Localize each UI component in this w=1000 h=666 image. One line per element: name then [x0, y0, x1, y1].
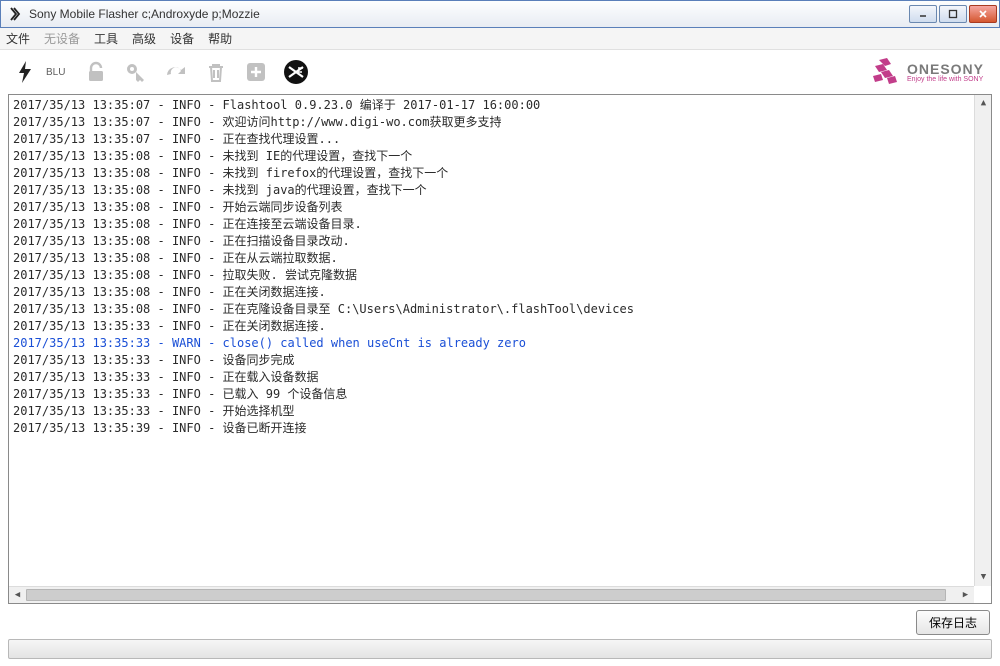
menu-item-1: 无设备: [44, 30, 80, 47]
log-line: 2017/35/13 13:35:33 - INFO - 设备同步完成: [13, 352, 987, 369]
app-icon: [7, 6, 23, 22]
unlock-button: [79, 55, 113, 89]
menu-item-3[interactable]: 高级: [132, 30, 156, 47]
log-line: 2017/35/13 13:35:08 - INFO - 正在扫描设备目录改动.: [13, 233, 987, 250]
key-button: [119, 55, 153, 89]
scroll-down-button[interactable]: ▼: [975, 569, 992, 586]
save-log-button[interactable]: 保存日志: [916, 610, 990, 635]
scroll-up-button[interactable]: ▲: [975, 95, 992, 112]
maximize-button[interactable]: [939, 5, 967, 23]
log-line: 2017/35/13 13:35:08 - INFO - 正在从云端拉取数据.: [13, 250, 987, 267]
close-button[interactable]: [969, 5, 997, 23]
menu-item-0[interactable]: 文件: [6, 30, 30, 47]
window-controls: [909, 5, 997, 23]
trash-button: [199, 55, 233, 89]
log-line: 2017/35/13 13:35:33 - INFO - 已载入 99 个设备信…: [13, 386, 987, 403]
horizontal-scrollbar[interactable]: ◀ ▶: [9, 586, 974, 603]
log-line: 2017/35/13 13:35:07 - INFO - 欢迎访问http://…: [13, 114, 987, 131]
log-line: 2017/35/13 13:35:08 - INFO - 正在关闭数据连接.: [13, 284, 987, 301]
log-line: 2017/35/13 13:35:08 - INFO - 未找到 IE的代理设置…: [13, 148, 987, 165]
scroll-right-button[interactable]: ▶: [957, 587, 974, 604]
brand-logo: ONESONY Enjoy the life with SONY: [867, 56, 984, 88]
brand-tagline: Enjoy the life with SONY: [907, 76, 984, 83]
menu-bar: 文件无设备工具高级设备帮助: [0, 28, 1000, 50]
menu-item-4[interactable]: 设备: [170, 30, 194, 47]
log-line: 2017/35/13 13:35:39 - INFO - 设备已断开连接: [13, 420, 987, 437]
log-line: 2017/35/13 13:35:08 - INFO - 正在克隆设备目录至 C…: [13, 301, 987, 318]
log-line: 2017/35/13 13:35:33 - INFO - 正在载入设备数据: [13, 369, 987, 386]
toolbar: BLU ONESONY Enjoy the life with SONY: [0, 50, 1000, 94]
log-line: 2017/35/13 13:35:33 - WARN - close() cal…: [13, 335, 987, 352]
log-panel[interactable]: 2017/35/13 13:35:07 - INFO - Flashtool 0…: [8, 94, 992, 604]
log-line: 2017/35/13 13:35:08 - INFO - 正在连接至云端设备目录…: [13, 216, 987, 233]
log-line: 2017/35/13 13:35:07 - INFO - Flashtool 0…: [13, 97, 987, 114]
log-line: 2017/35/13 13:35:08 - INFO - 未找到 firefox…: [13, 165, 987, 182]
add-button: [239, 55, 273, 89]
status-bar: [8, 639, 992, 659]
menu-item-5[interactable]: 帮助: [208, 30, 232, 47]
log-line: 2017/35/13 13:35:33 - INFO - 开始选择机型: [13, 403, 987, 420]
xperifirm-button[interactable]: [279, 55, 313, 89]
blu-label: BLU: [46, 67, 65, 78]
bottom-bar: 保存日志: [0, 604, 1000, 639]
title-bar: Sony Mobile Flasher c;Androxyde p;Mozzie: [0, 0, 1000, 28]
log-line: 2017/35/13 13:35:08 - INFO - 拉取失败. 尝试克隆数…: [13, 267, 987, 284]
log-line: 2017/35/13 13:35:08 - INFO - 未找到 java的代理…: [13, 182, 987, 199]
log-line: 2017/35/13 13:35:07 - INFO - 正在查找代理设置...: [13, 131, 987, 148]
flash-button[interactable]: [8, 55, 42, 89]
scroll-thumb-h[interactable]: [26, 589, 946, 601]
redo-button: [159, 55, 193, 89]
onesony-icon: [867, 56, 901, 88]
minimize-button[interactable]: [909, 5, 937, 23]
menu-item-2[interactable]: 工具: [94, 30, 118, 47]
scroll-left-button[interactable]: ◀: [9, 587, 26, 604]
log-line: 2017/35/13 13:35:33 - INFO - 正在关闭数据连接.: [13, 318, 987, 335]
vertical-scrollbar[interactable]: ▲ ▼: [974, 95, 991, 586]
window-title: Sony Mobile Flasher c;Androxyde p;Mozzie: [29, 7, 909, 21]
brand-name: ONESONY: [907, 62, 984, 76]
log-line: 2017/35/13 13:35:08 - INFO - 开始云端同步设备列表: [13, 199, 987, 216]
